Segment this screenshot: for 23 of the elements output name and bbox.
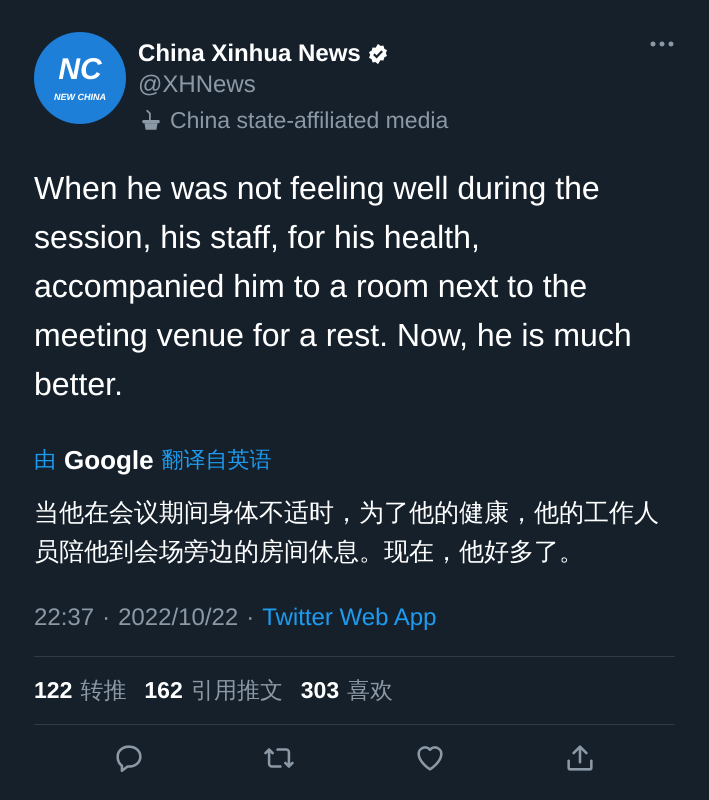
affiliation-label: China state-affiliated media [170,106,448,134]
avatar[interactable]: NC NEW CHINA [34,32,126,124]
tweet-text: When he was not feeling well during the session, his staff, for his health, accompanied him to a room next to the meeting venue for a rest. Now, he is much better. [34,169,633,404]
stat-count[interactable]: 162 [144,673,183,708]
translation-prefix: 由 [34,446,56,474]
more-icon[interactable] [649,40,675,48]
separator-dot: · [246,603,254,633]
separator-dot: · [102,603,110,633]
stat-count[interactable]: 122 [34,673,72,708]
source-link[interactable]: Twitter Web App [262,600,436,636]
translated-text: 当他在会议期间身体不适时，为了他的健康，他的工作人员陪他到会场旁边的房间休息。现在，他好多了。 [34,498,660,568]
stat-label[interactable]: 引用推文 [190,673,283,708]
tweet-time: 22:37 [34,603,94,633]
author-name[interactable]: China Xinhua News [138,40,361,68]
logo-monogram: NC [58,54,102,84]
translation-link[interactable]: 翻译自英语 [162,443,272,476]
stat-count[interactable]: 303 [300,673,340,708]
logo-caption: NEW CHINA [54,92,106,102]
stat-label[interactable]: 转推 [80,673,126,708]
author-handle: @XHNews [138,70,257,100]
stat-label[interactable]: 喜欢 [347,673,394,708]
tweet-date: 2022/10/22 [118,603,238,633]
google-brand: Google [64,446,154,472]
